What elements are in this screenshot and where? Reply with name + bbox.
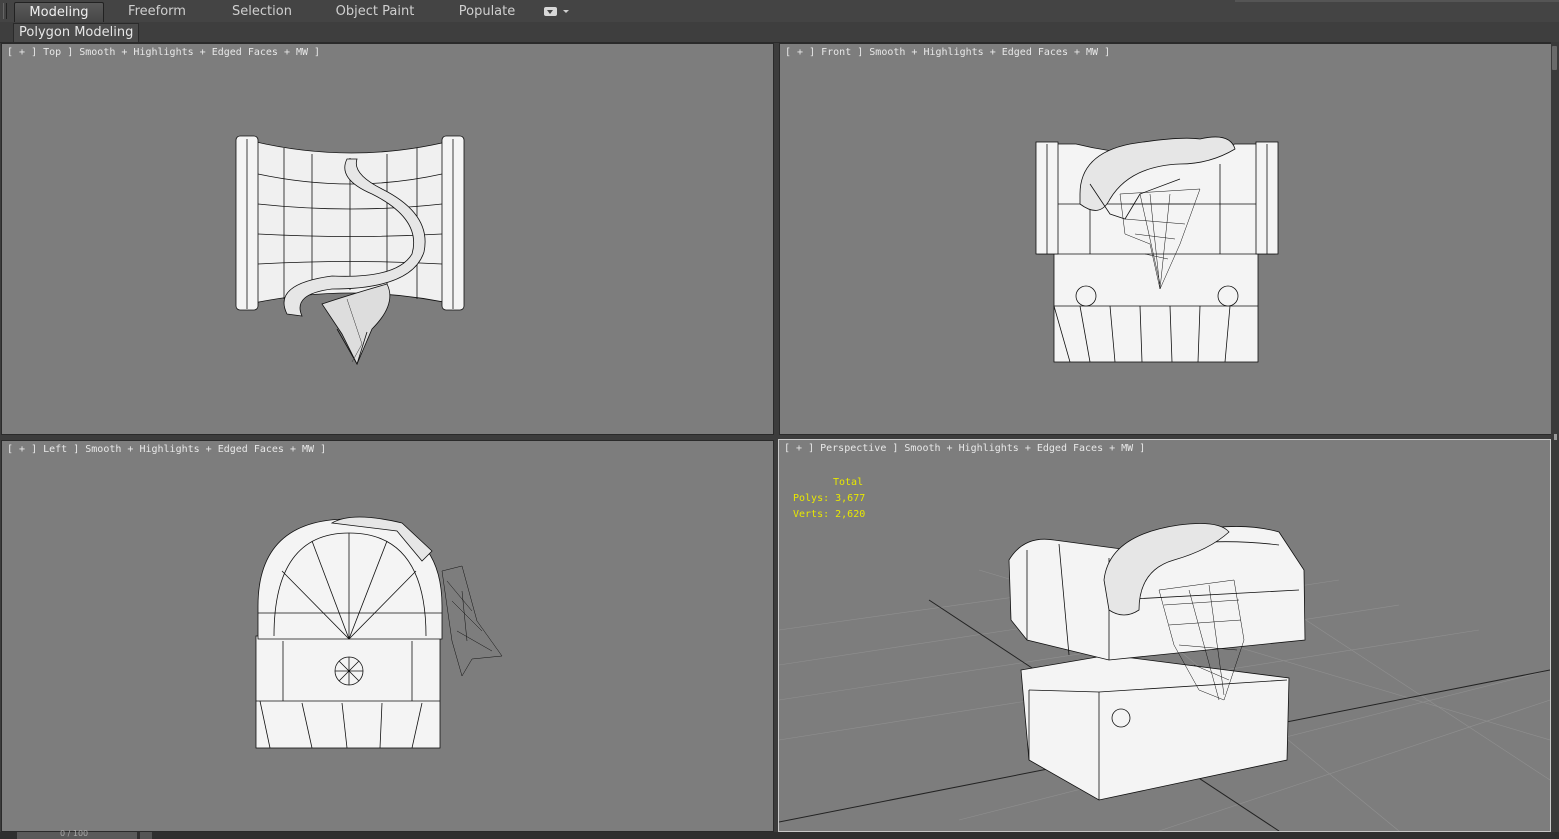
ribbon-panel: Polygon Modeling: [0, 22, 1559, 43]
time-slider-next-button[interactable]: [140, 832, 152, 839]
viewport-label-perspective[interactable]: [ + ] Perspective ] Smooth + Highlights …: [784, 443, 1145, 454]
stats-total-label: Total: [833, 477, 864, 488]
tab-populate[interactable]: Populate: [450, 2, 524, 21]
ribbon-grip[interactable]: [3, 3, 7, 19]
viewport-label-left[interactable]: [ + ] Left ] Smooth + Highlights + Edged…: [7, 444, 326, 455]
ribbon-divider: [1235, 0, 1559, 2]
chest-model-front-view: [1035, 136, 1279, 363]
display-options-icon[interactable]: [544, 6, 569, 18]
viewport-label-top[interactable]: [ + ] Top ] Smooth + Highlights + Edged …: [7, 47, 320, 58]
command-panel-edge: [1551, 42, 1559, 839]
scrollbar-thumb[interactable]: [1552, 46, 1557, 70]
tab-object-paint[interactable]: Object Paint: [330, 2, 420, 21]
viewport-perspective[interactable]: [ + ] Perspective ] Smooth + Highlights …: [778, 439, 1551, 832]
ribbon-tab-bar: Modeling Freeform Selection Object Paint…: [0, 0, 1559, 23]
tab-freeform[interactable]: Freeform: [116, 2, 198, 21]
time-slider[interactable]: 0 / 100: [0, 829, 1559, 839]
viewport-label-front[interactable]: [ + ] Front ] Smooth + Highlights + Edge…: [785, 47, 1110, 58]
polygon-modeling-panel-button[interactable]: Polygon Modeling: [13, 23, 140, 43]
viewport-left[interactable]: [ + ] Left ] Smooth + Highlights + Edged…: [1, 440, 774, 832]
tab-modeling[interactable]: Modeling: [14, 2, 104, 22]
viewport-top[interactable]: [ + ] Top ] Smooth + Highlights + Edged …: [1, 43, 774, 435]
edge-marker: [1554, 434, 1557, 440]
statistics-overlay: Total Polys: 3,677 Verts: 2,620: [793, 475, 865, 523]
chest-model-left-view: [255, 516, 503, 749]
stats-verts: Verts: 2,620: [793, 509, 866, 520]
stats-polys: Polys: 3,677: [793, 493, 866, 504]
chest-model-perspective-view: [779, 523, 1550, 831]
viewport-front[interactable]: [ + ] Front ] Smooth + Highlights + Edge…: [779, 43, 1552, 435]
chest-model-top-view: [235, 135, 465, 365]
time-slider-label: 0 / 100: [60, 829, 89, 838]
tab-selection[interactable]: Selection: [222, 2, 302, 21]
